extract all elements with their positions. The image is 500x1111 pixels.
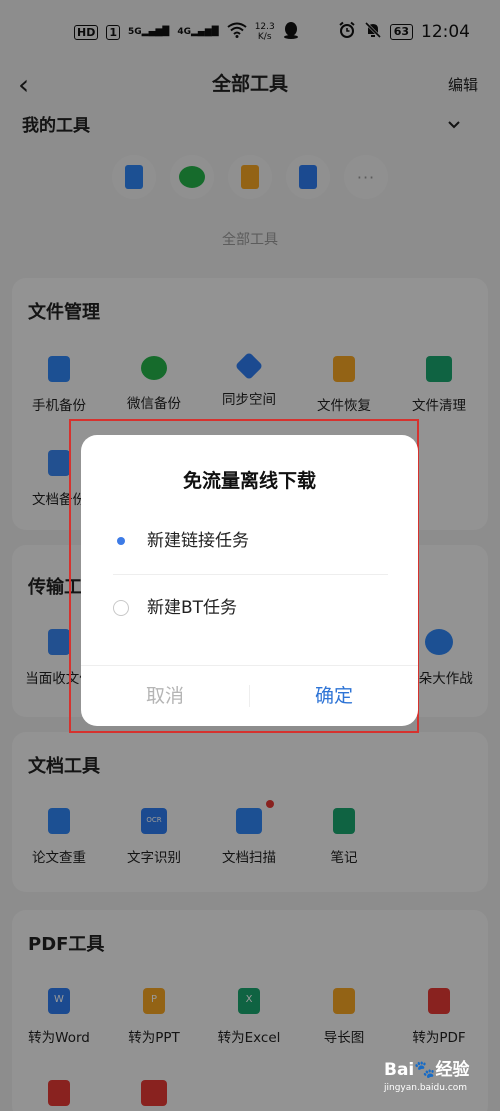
divider bbox=[113, 574, 388, 575]
option-link-task[interactable]: 新建链接任务 bbox=[113, 521, 393, 561]
option-label: 新建BT任务 bbox=[147, 598, 238, 618]
option-bt-task[interactable]: 新建BT任务 bbox=[113, 588, 393, 628]
paw-icon: 🐾 bbox=[414, 1060, 436, 1080]
divider bbox=[81, 665, 418, 666]
option-label: 新建链接任务 bbox=[147, 531, 249, 551]
cancel-button[interactable]: 取消 bbox=[81, 683, 249, 709]
radio-selected-icon[interactable] bbox=[113, 533, 129, 549]
offline-download-dialog: 免流量离线下载 新建链接任务 新建BT任务 取消 确定 bbox=[81, 435, 418, 726]
confirm-button[interactable]: 确定 bbox=[250, 683, 418, 709]
baidu-jingyan-watermark: Bai🐾经验 jingyan.baidu.com bbox=[384, 1060, 470, 1093]
dialog-title: 免流量离线下载 bbox=[182, 470, 316, 492]
radio-unselected-icon[interactable] bbox=[113, 600, 129, 616]
